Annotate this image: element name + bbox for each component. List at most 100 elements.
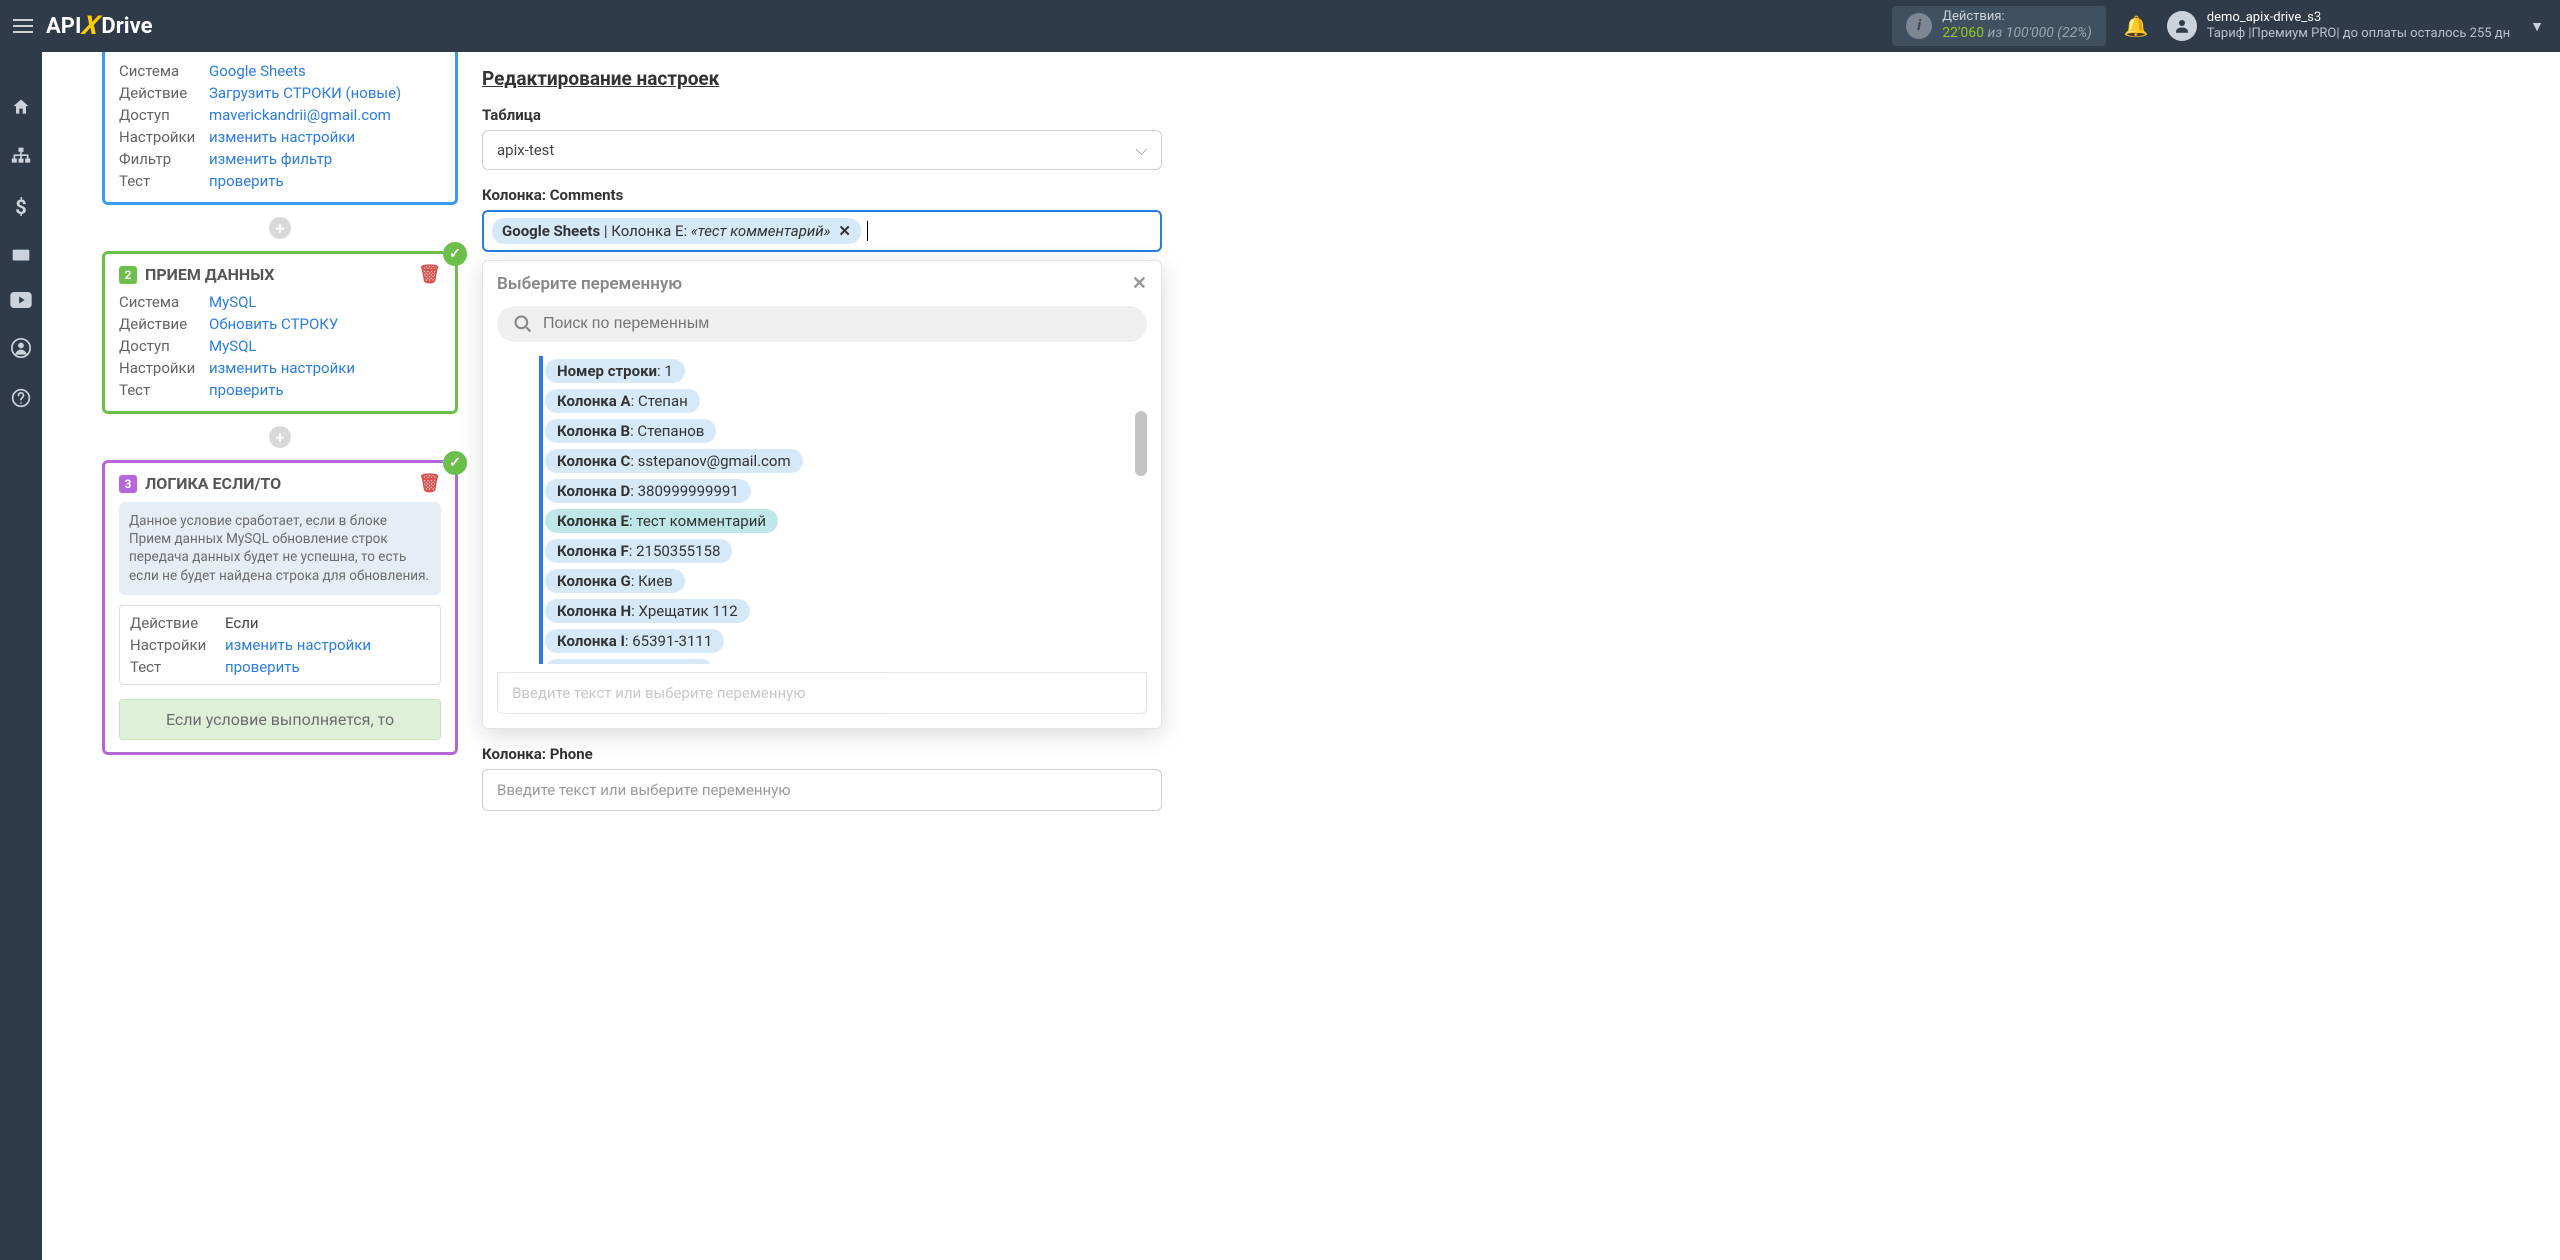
kv-key: Система	[119, 62, 209, 80]
page-title: Редактирование настроек	[482, 67, 1162, 90]
table-label: Таблица	[482, 106, 1162, 124]
col-phone-label: Колонка: Phone	[482, 745, 1162, 763]
step-num-2: 2	[119, 266, 137, 284]
variable-option[interactable]: Колонка J: Product 1	[545, 659, 713, 664]
logo-text-2: Drive	[101, 14, 152, 39]
add-step-2[interactable]: +	[269, 426, 291, 448]
kv-value[interactable]: maverickandrii@gmail.com	[209, 106, 441, 124]
scrollbar-thumb[interactable]	[1135, 411, 1147, 476]
kv-value[interactable]: проверить	[225, 658, 430, 676]
nav-connections-icon[interactable]	[0, 147, 42, 170]
kv-key: Тест	[130, 658, 225, 676]
kv-key: Система	[119, 293, 209, 311]
variable-search-input[interactable]	[543, 315, 1131, 333]
logo-x: X	[80, 11, 102, 41]
kv-key: Тест	[119, 381, 209, 399]
variable-option[interactable]: Колонка F: 2150355158	[545, 539, 732, 563]
variable-option[interactable]: Колонка C: sstepanov@gmail.com	[545, 449, 803, 473]
kv-value[interactable]: Обновить СТРОКУ	[209, 315, 441, 333]
card-source: СистемаGoogle SheetsДействиеЗагрузить СТ…	[102, 52, 458, 205]
logic-info: Данное условие сработает, если в блоке П…	[119, 502, 441, 595]
kv-key: Фильтр	[119, 150, 209, 168]
nav-video-icon[interactable]	[0, 292, 42, 313]
nav-home-icon[interactable]	[0, 97, 42, 122]
bell-icon[interactable]: 🔔	[2124, 14, 2149, 38]
card2-title: ПРИЕМ ДАННЫХ	[145, 265, 274, 284]
plan-line: Тариф |Премиум PRO| до оплаты осталось 2…	[2207, 26, 2510, 42]
var-rows: Номер строки: 1 Колонка A: Степан Колонка …	[545, 356, 1147, 664]
variable-option[interactable]: Колонка H: Хрещатик 112	[545, 599, 750, 623]
table-select[interactable]: apix-test ⌵	[482, 130, 1162, 170]
trash-icon[interactable]: 🗑	[418, 264, 441, 285]
kv-value[interactable]: Google Sheets	[209, 62, 441, 80]
variable-option[interactable]: Колонка I: 65391-3111	[545, 629, 724, 653]
variable-option[interactable]: Колонка E: тест комментарий	[545, 509, 778, 533]
username: demo_apix-drive_s3	[2207, 10, 2510, 26]
kv-key: Доступ	[119, 106, 209, 124]
logo[interactable]: API X Drive	[46, 11, 152, 41]
trash-icon-2[interactable]: 🗑	[418, 473, 441, 494]
variable-list: Номер строки: 1 Колонка A: Степан Колонка …	[497, 356, 1147, 664]
variable-option[interactable]: Номер строки: 1	[545, 359, 685, 383]
success-bar: Если условие выполняется, то	[119, 699, 441, 740]
variable-option[interactable]: Колонка B: Степанов	[545, 419, 716, 443]
nav-help-icon[interactable]	[0, 388, 42, 413]
nav-briefcase-icon[interactable]	[0, 244, 42, 267]
actions-counter[interactable]: i Действия: 22'060 из 100'000 (22%)	[1892, 6, 2106, 45]
kv-key: Доступ	[119, 337, 209, 355]
phone-input[interactable]: Введите текст или выберите переменную	[482, 769, 1162, 811]
kv-value[interactable]: проверить	[209, 381, 441, 399]
variable-tag[interactable]: Google Sheets | Колонка E: «тест коммент…	[492, 218, 861, 244]
chevron-down-icon: ⌵	[1136, 141, 1147, 159]
kv-key: Действие	[119, 84, 209, 102]
kv-value[interactable]: проверить	[209, 172, 441, 190]
actions-numbers: 22'060 из 100'000 (22%)	[1942, 25, 2092, 41]
close-icon[interactable]: ✕	[1132, 273, 1147, 294]
logo-text-1: API	[46, 14, 81, 39]
variable-option[interactable]: Колонка G: Киев	[545, 569, 685, 593]
variable-option[interactable]: Колонка A: Степан	[545, 389, 700, 413]
nav-profile-icon[interactable]	[0, 338, 42, 363]
kv-value[interactable]: изменить фильтр	[209, 150, 441, 168]
kv-value[interactable]: Загрузить СТРОКИ (новые)	[209, 84, 441, 102]
kv-key: Настройки	[119, 359, 209, 377]
kv-value[interactable]: MySQL	[209, 293, 441, 311]
kv-key: Действие	[130, 614, 225, 632]
kv-key: Действие	[119, 315, 209, 333]
check-icon: ✓	[443, 242, 467, 266]
search-icon	[513, 314, 533, 334]
user-menu[interactable]: demo_apix-drive_s3 Тариф |Премиум PRO| д…	[2167, 10, 2510, 43]
variable-dropdown: Выберите переменную ✕ Номер строки: 1Кол…	[482, 260, 1162, 729]
kv-value[interactable]: изменить настройки	[225, 636, 430, 654]
card3-rows: ДействиеЕслиНастройкиизменить настройкиТ…	[130, 614, 430, 676]
kv-value[interactable]: изменить настройки	[209, 128, 441, 146]
group-line	[539, 356, 543, 664]
kv-key: Настройки	[130, 636, 225, 654]
variable-option[interactable]: Колонка D: 380999999991	[545, 479, 751, 503]
avatar-icon	[2167, 11, 2197, 41]
variable-search[interactable]	[497, 306, 1147, 342]
check-icon-2: ✓	[443, 451, 467, 475]
text-cursor	[867, 221, 868, 241]
hidden-under-input: Введите текст или выберите переменную	[497, 672, 1147, 714]
chevron-down-icon[interactable]: ▼	[2530, 18, 2544, 35]
kv-value: Если	[225, 614, 430, 632]
nav-billing-icon[interactable]: $	[0, 195, 42, 219]
card1-rows: СистемаGoogle SheetsДействиеЗагрузить СТ…	[119, 62, 441, 190]
kv-value[interactable]: изменить настройки	[209, 359, 441, 377]
card2-rows: СистемаMySQLДействиеОбновить СТРОКУДосту…	[119, 293, 441, 399]
table-value: apix-test	[497, 141, 554, 159]
col-comments-label: Колонка: Comments	[482, 186, 1162, 204]
card3-title: ЛОГИКА ЕСЛИ/ТО	[145, 474, 281, 493]
card-receive: ✓ 2 ПРИЕМ ДАННЫХ 🗑 СистемаMySQLДействиеО…	[102, 251, 458, 414]
info-icon: i	[1906, 13, 1932, 39]
actions-label: Действия:	[1942, 10, 2092, 25]
remove-tag-icon[interactable]: ✕	[838, 222, 851, 240]
add-step-1[interactable]: +	[269, 217, 291, 239]
comments-input[interactable]: Google Sheets | Колонка E: «тест коммент…	[482, 210, 1162, 252]
menu-toggle[interactable]	[6, 9, 40, 43]
step-num-3: 3	[119, 475, 137, 493]
kv-key: Тест	[119, 172, 209, 190]
kv-key: Настройки	[119, 128, 209, 146]
kv-value[interactable]: MySQL	[209, 337, 441, 355]
